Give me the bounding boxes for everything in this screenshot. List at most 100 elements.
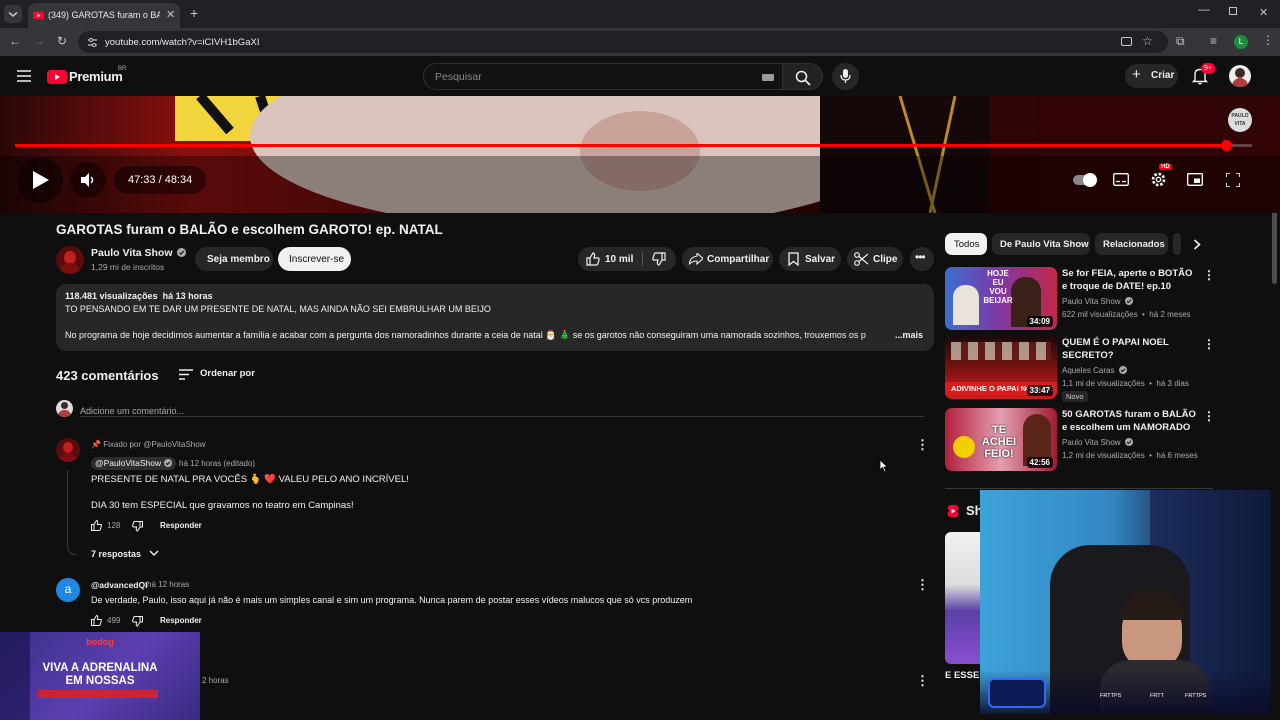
account-avatar[interactable] [1229,65,1251,87]
settings-button[interactable]: HD [1150,164,1172,188]
ad-brand: bodog [86,637,114,647]
tab-search-button[interactable] [4,5,22,23]
profile-avatar[interactable]: L [1234,35,1248,49]
media-controls-icon[interactable]: ≡ [1210,34,1217,48]
search-button[interactable] [783,63,823,90]
video-channel[interactable]: Aqueles Caras [1062,366,1127,375]
install-app-icon[interactable] [1121,37,1132,46]
subscribe-label: Inscrever-se [289,254,345,265]
keyboard-icon[interactable] [762,74,774,81]
comment-menu-icon[interactable]: ⋮ [916,577,929,593]
bookmark-star-icon[interactable]: ☆ [1142,34,1153,48]
site-settings-icon[interactable] [87,37,98,48]
youtube-premium-logo[interactable]: Premium BR [47,66,137,86]
voice-search-button[interactable] [832,63,859,90]
progress-bar[interactable] [15,140,1252,151]
comment-menu-icon[interactable]: ⋮ [916,673,929,689]
video-menu-icon[interactable]: ⋮ [1203,268,1215,282]
create-button[interactable]: + Criar [1125,64,1178,88]
notifications-count-badge: 9+ [1201,63,1215,74]
comment-author[interactable]: @advancedQI [91,580,147,590]
progress-scrubber[interactable] [1221,140,1233,151]
verified-icon [1124,297,1133,305]
comment-time[interactable]: 2 horas [202,676,229,685]
browser-tab[interactable]: (349) GAROTAS furam o BALÃO e escolhem G… [28,3,180,28]
video-thumbnail[interactable]: ADIVINHE O PAPAI NOEL SE 33:47 [945,336,1057,399]
video-duration: 34:09 [1026,316,1053,327]
volume-icon [81,173,94,187]
comment-menu-icon[interactable]: ⋮ [916,437,929,453]
video-player[interactable]: PAULO VITA 47:33 / 48:34 HD [0,96,1280,213]
clip-button[interactable]: Clipe [847,247,903,271]
comment-dislike-icon[interactable] [132,521,143,532]
extensions-icon[interactable]: ⧉ [1176,34,1185,49]
video-title[interactable]: Se for FEIA, aperte o BOTÃO e troque de … [1062,267,1197,293]
channel-avatar[interactable] [56,246,84,274]
thumbnail-text: HOJE EU VOU BEIJAR [983,269,1013,305]
join-button[interactable]: Seja membro [195,247,273,271]
chip-from-channel[interactable]: De Paulo Vita Show [992,233,1090,255]
video-menu-icon[interactable]: ⋮ [1203,337,1215,351]
channel-watermark[interactable]: PAULO VITA [1228,108,1252,132]
video-channel[interactable]: Paulo Vita Show [1062,438,1133,447]
minimize-window-button[interactable]: — [1198,2,1210,16]
verified-icon [163,459,172,467]
save-button[interactable]: Salvar [779,247,841,271]
subscribe-button[interactable]: Inscrever-se [278,247,351,271]
like-button[interactable]: 10 mil [578,247,641,271]
chip-overflow[interactable] [1173,233,1181,255]
comment-time[interactable]: há 12 horas [147,580,189,589]
comment-like-icon[interactable] [91,615,102,626]
video-thumbnail[interactable]: HOJE EU VOU BEIJAR 34:09 [945,267,1057,330]
close-window-button[interactable]: ✕ [1259,6,1268,19]
chevron-right-icon[interactable] [1193,239,1201,250]
chip-all[interactable]: Todos [945,233,987,255]
reply-button[interactable]: Responder [160,616,202,625]
video-menu-icon[interactable]: ⋮ [1203,409,1215,423]
comment-avatar[interactable]: a [56,578,80,602]
mute-button[interactable] [70,162,106,198]
hamburger-menu-icon[interactable] [17,70,31,82]
restore-window-button[interactable] [1229,7,1237,15]
forward-icon[interactable]: → [33,34,45,48]
video-meta: 1,2 mi de visualizações • há 6 meses [1062,451,1198,460]
miniplayer-icon[interactable] [1187,173,1203,186]
back-icon[interactable]: ← [9,34,21,48]
comment-avatar[interactable] [56,438,80,462]
new-tab-button[interactable]: + [190,5,198,21]
short-thumbnail[interactable] [945,532,981,664]
notifications-button[interactable]: 9+ [1192,63,1215,87]
view-replies-button[interactable]: 7 respostas [91,549,159,559]
play-button[interactable] [17,157,63,203]
description-box[interactable]: 118.481 visualizações há 13 horas TO PEN… [56,284,934,351]
reply-button[interactable]: Responder [160,521,202,530]
comment-time[interactable]: há 12 horas (editado) [179,459,255,468]
share-button[interactable]: Compartilhar [682,247,773,271]
comment-dislike-icon[interactable] [132,616,143,627]
autoplay-toggle[interactable] [1073,173,1097,187]
subtitles-icon[interactable] [1113,173,1129,186]
pinned-by-text: Fixado por @PauloVitaShow [103,440,206,449]
address-bar[interactable]: youtube.com/watch?v=iCIVH1bGaXI ☆ [78,31,1168,53]
browser-menu-icon[interactable]: ⋮ [1262,33,1274,47]
video-title[interactable]: 50 GAROTAS furam o BALÃO e escolhem um N… [1062,408,1197,434]
more-actions-button[interactable]: ••• [910,247,934,271]
video-thumbnail[interactable]: TE ACHEI FEIO! 42:56 [945,408,1057,471]
comment-author-badge[interactable]: @PauloVitaShow [91,457,176,470]
add-comment-input[interactable]: Adicione um comentário... [80,401,924,417]
dislike-button[interactable] [644,247,676,271]
search-input[interactable]: Pesquisar [423,63,783,90]
search-placeholder: Pesquisar [435,71,482,83]
comment-like-icon[interactable] [91,520,102,531]
hd-badge: HD [1159,164,1172,170]
chip-related[interactable]: Relacionados [1095,233,1168,255]
fullscreen-icon[interactable] [1226,173,1240,187]
sort-comments-button[interactable]: Ordenar por [179,367,259,383]
short-title[interactable]: E ESSE [945,670,979,681]
channel-name[interactable]: Paulo Vita Show [91,247,187,259]
show-more-link[interactable]: ...mais [895,330,923,340]
reload-icon[interactable]: ↻ [57,34,67,48]
video-channel[interactable]: Paulo Vita Show [1062,297,1133,306]
video-title[interactable]: QUEM É O PAPAI NOEL SECRETO? [1062,336,1182,362]
tab-close-icon[interactable]: ✕ [166,8,175,21]
